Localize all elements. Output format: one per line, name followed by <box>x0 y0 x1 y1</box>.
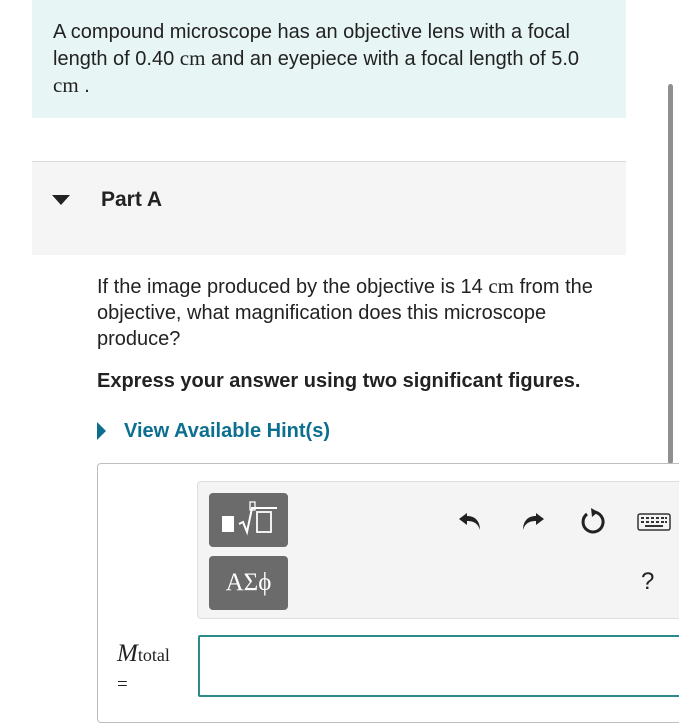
problem-text-3: . <box>78 75 90 97</box>
part-title: Part A <box>101 188 163 211</box>
answer-label: Mtotal = <box>117 640 170 695</box>
templates-icon <box>221 501 277 536</box>
equals-sign: = <box>117 674 128 695</box>
redo-icon <box>523 513 544 530</box>
problem-unit-1: cm <box>179 46 206 70</box>
variable-subscript: total <box>137 645 170 665</box>
help-button[interactable]: ? <box>641 568 654 596</box>
variable-symbol: M <box>117 640 138 667</box>
undo-icon <box>459 513 480 530</box>
question-text-1: If the image produced by the objective i… <box>97 276 489 298</box>
reset-icon <box>581 508 605 534</box>
answer-instruction: Express your answer using two significan… <box>97 370 581 392</box>
problem-statement: A compound microscope has an objective l… <box>32 0 626 118</box>
caret-right-icon <box>97 422 106 440</box>
undo-button[interactable] <box>453 503 487 537</box>
answer-input[interactable] <box>198 635 679 697</box>
keyboard-button[interactable] <box>634 505 674 539</box>
question-unit: cm <box>488 274 515 298</box>
symbols-button[interactable]: ΑΣϕ <box>209 556 288 610</box>
problem-unit-2: cm <box>53 73 79 97</box>
scrollbar[interactable] <box>668 84 673 464</box>
problem-text-2: and an eyepiece with a focal length of 5… <box>205 48 580 70</box>
caret-down-icon[interactable] <box>52 195 70 205</box>
view-hints-link[interactable]: View Available Hint(s) <box>97 418 330 444</box>
templates-button[interactable] <box>209 493 288 547</box>
hint-label: View Available Hint(s) <box>124 419 330 442</box>
question-text: If the image produced by the objective i… <box>97 273 627 352</box>
keyboard-icon <box>637 513 671 531</box>
reset-button[interactable] <box>575 505 609 539</box>
redo-button[interactable] <box>516 503 550 537</box>
part-a-header[interactable]: Part A <box>32 162 626 255</box>
